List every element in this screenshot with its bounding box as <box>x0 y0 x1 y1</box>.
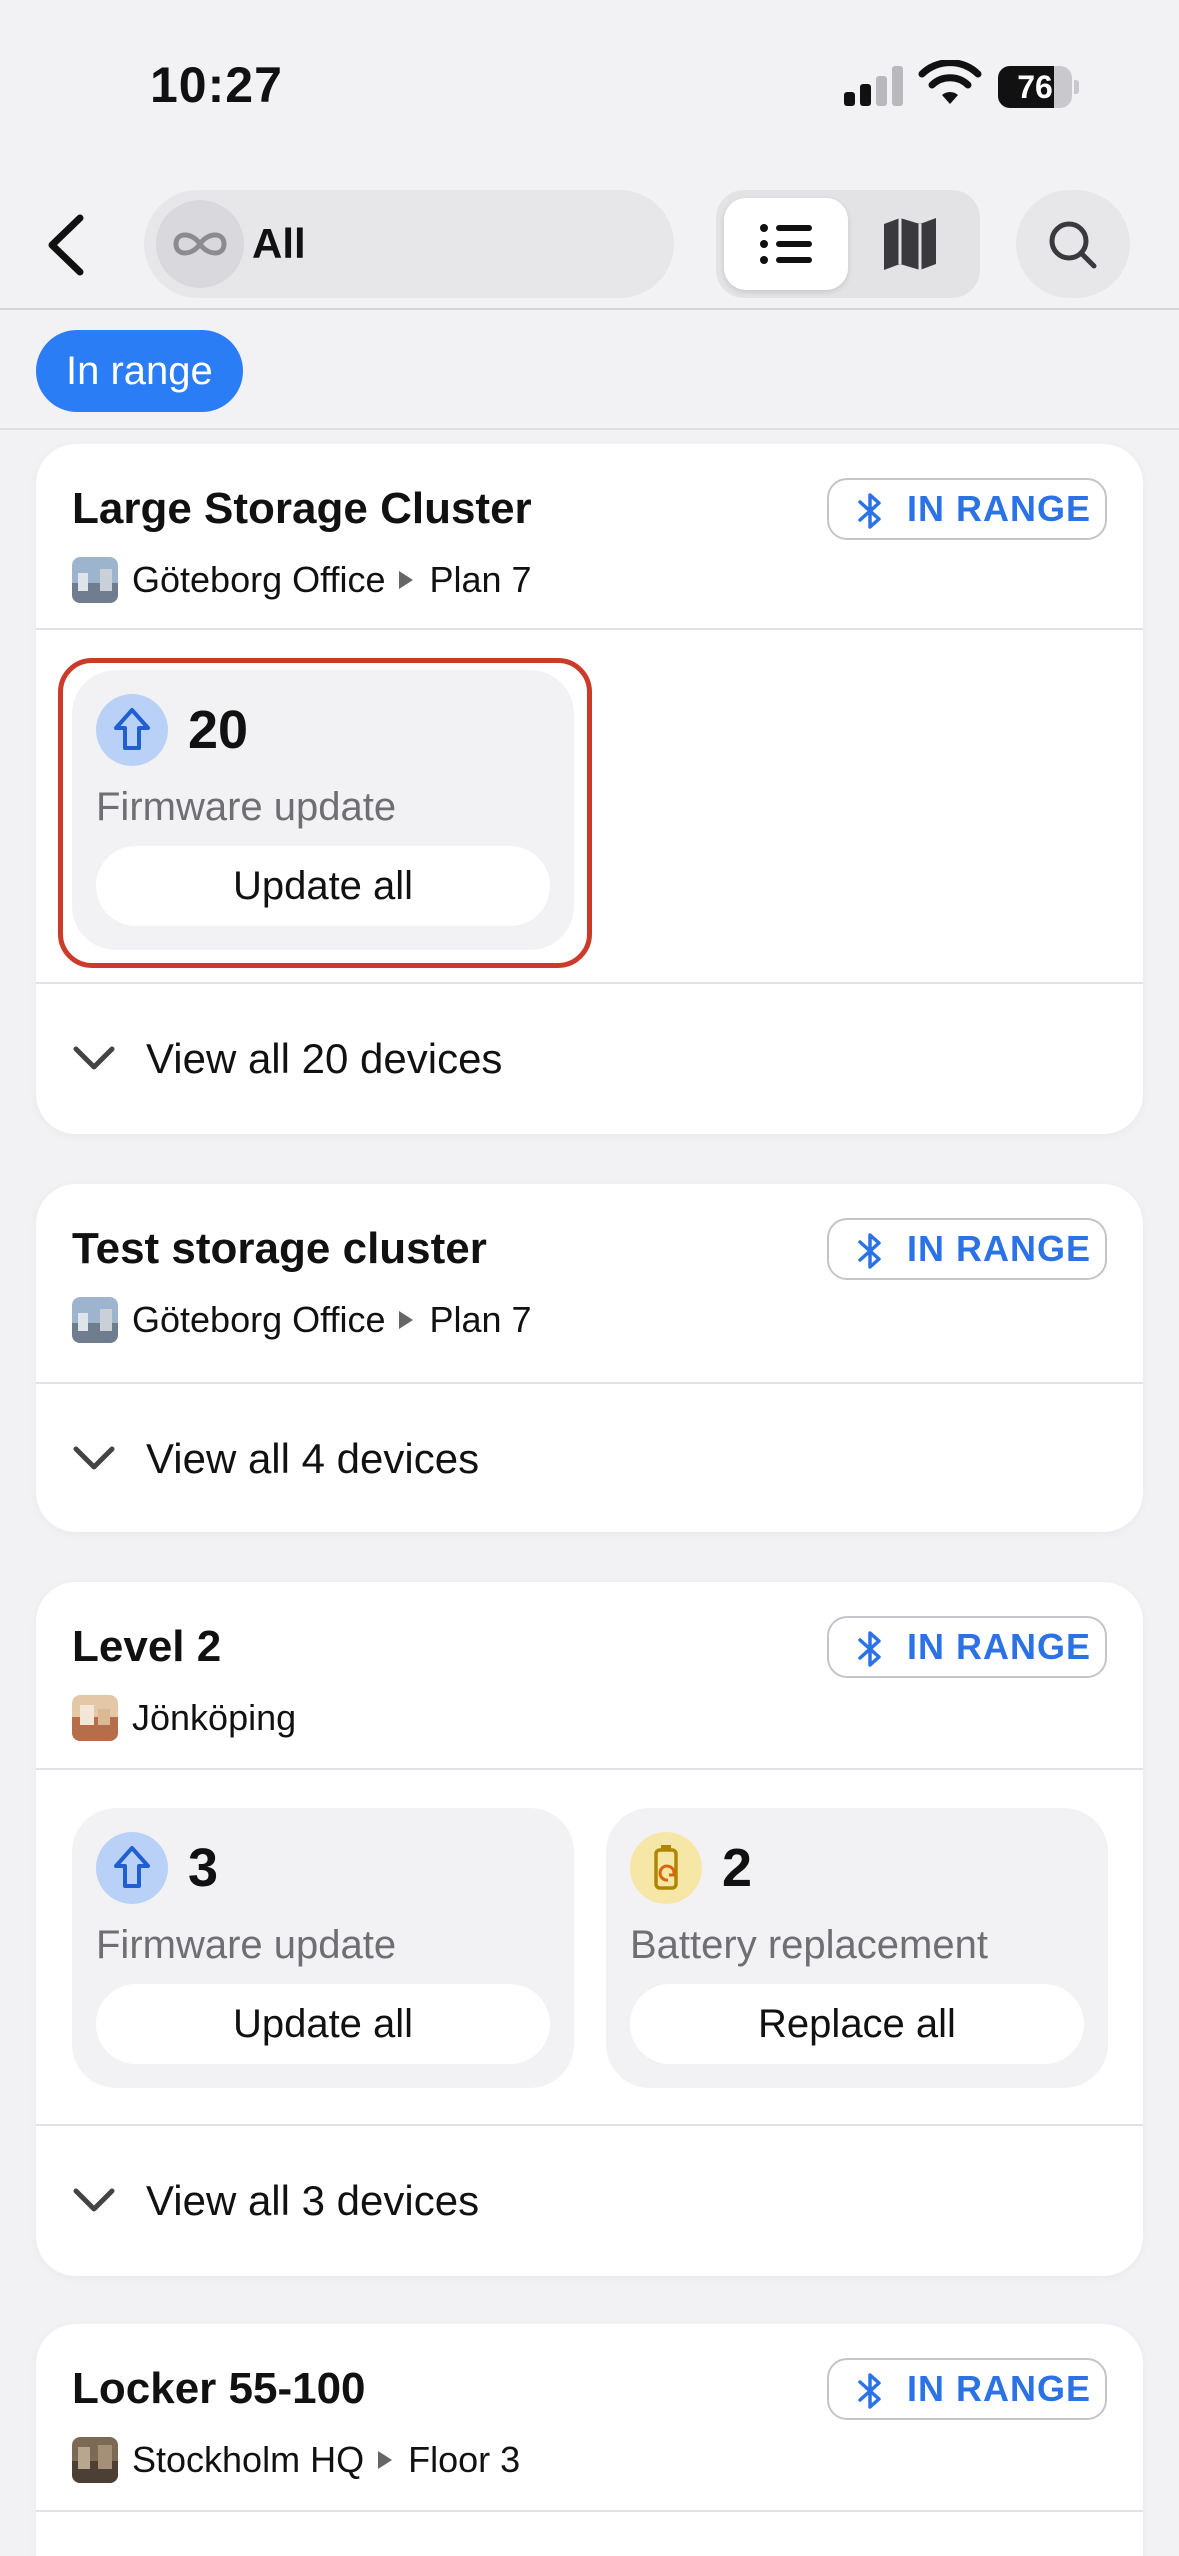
battery-icon: 76 <box>998 66 1079 108</box>
card-title: Large Storage Cluster <box>72 484 532 533</box>
in-range-badge: IN RANGE <box>827 1616 1107 1678</box>
bluetooth-icon <box>858 1631 881 1667</box>
battery-replacement-box: 2 Battery replacement Replace all <box>606 1808 1108 2088</box>
update-all-button[interactable]: Update all <box>96 1984 550 2064</box>
highlight-box <box>58 658 592 968</box>
chevron-down-icon <box>73 2188 115 2212</box>
chevron-down-icon <box>73 1446 115 1470</box>
nav-bar: All <box>0 170 1179 310</box>
sublocation-name: Plan 7 <box>429 559 532 600</box>
back-chevron-icon[interactable] <box>38 210 98 280</box>
infinity-icon <box>156 200 244 288</box>
sublocation-name: Plan 7 <box>429 1299 532 1340</box>
scope-label: All <box>252 220 306 267</box>
card-title: Locker 55-100 <box>72 2364 366 2413</box>
firmware-update-count: 3 <box>188 1838 219 1898</box>
divider <box>36 982 1143 984</box>
sublocation-name: Floor 3 <box>408 2439 521 2480</box>
replace-all-button[interactable]: Replace all <box>630 1984 1084 2064</box>
bluetooth-icon <box>858 1233 881 1269</box>
location-name: Jönköping <box>132 1697 297 1738</box>
firmware-update-box: 3 Firmware update Update all <box>72 1808 574 2088</box>
wifi-icon <box>918 60 982 104</box>
location-breadcrumb: Jönköping <box>72 1694 296 1742</box>
card-title: Level 2 <box>72 1622 222 1671</box>
map-view-button[interactable] <box>848 198 972 290</box>
divider <box>36 2124 1143 2126</box>
location-breadcrumb: Göteborg Office Plan 7 <box>72 556 532 604</box>
battery-percent: 76 <box>1017 69 1053 105</box>
location-thumbnail <box>72 1695 118 1741</box>
bluetooth-icon <box>858 493 881 529</box>
list-view-button[interactable] <box>724 198 848 290</box>
battery-swap-icon <box>630 1832 702 1904</box>
breadcrumb-separator-icon <box>399 571 414 589</box>
status-bar: 10:27 76 <box>0 0 1179 170</box>
divider <box>36 628 1143 630</box>
breadcrumb-separator-icon <box>399 1311 414 1329</box>
card-title: Test storage cluster <box>72 1224 487 1273</box>
view-all-devices[interactable]: View all 20 devices <box>72 1024 502 1094</box>
view-all-devices[interactable]: View all 4 devices <box>72 1424 479 1494</box>
cluster-card[interactable]: Test storage cluster IN RANGE Göteborg O… <box>36 1184 1143 1532</box>
arrow-up-icon <box>96 1832 168 1904</box>
in-range-badge: IN RANGE <box>827 478 1107 540</box>
view-toggle <box>716 190 980 298</box>
filter-chip-in-range[interactable]: In range <box>36 330 243 412</box>
in-range-badge: IN RANGE <box>827 1218 1107 1280</box>
location-thumbnail <box>72 557 118 603</box>
divider <box>36 1382 1143 1384</box>
cellular-signal-icon <box>844 66 904 106</box>
filter-row: In range <box>0 312 1179 430</box>
location-name: Göteborg Office <box>132 1299 386 1340</box>
firmware-update-label: Firmware update <box>96 1923 397 1967</box>
location-name: Stockholm HQ <box>132 2439 365 2480</box>
chevron-down-icon <box>73 1046 115 1070</box>
cluster-card[interactable]: Level 2 IN RANGE Jönköping 3 Firmware up… <box>36 1582 1143 2276</box>
location-breadcrumb: Göteborg Office Plan 7 <box>72 1296 532 1344</box>
location-thumbnail <box>72 1297 118 1343</box>
bluetooth-icon <box>858 2373 881 2409</box>
status-time: 10:27 <box>150 57 283 113</box>
battery-replacement-label: Battery replacement <box>630 1923 988 1967</box>
map-icon <box>884 218 936 270</box>
location-breadcrumb: Stockholm HQ Floor 3 <box>72 2436 520 2484</box>
view-all-devices[interactable]: View all 3 devices <box>72 2166 479 2236</box>
battery-replacement-count: 2 <box>722 1838 753 1898</box>
breadcrumb-separator-icon <box>378 2451 393 2469</box>
search-button[interactable] <box>1016 190 1130 298</box>
in-range-badge: IN RANGE <box>827 2358 1107 2420</box>
cluster-card[interactable]: Locker 55-100 IN RANGE Stockholm HQ Floo… <box>36 2324 1143 2556</box>
divider <box>36 2510 1143 2512</box>
location-thumbnail <box>72 2437 118 2483</box>
scope-selector[interactable]: All <box>144 190 774 298</box>
list-icon <box>760 224 812 264</box>
divider <box>36 1768 1143 1770</box>
search-icon <box>1049 221 1097 269</box>
location-name: Göteborg Office <box>132 559 386 600</box>
